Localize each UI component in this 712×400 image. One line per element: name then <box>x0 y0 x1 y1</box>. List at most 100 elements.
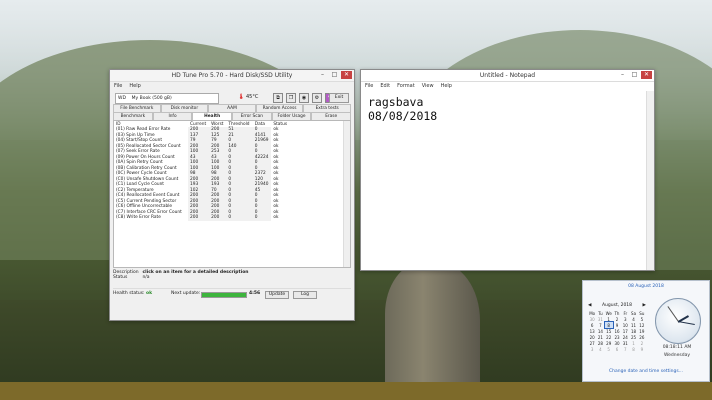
smart-table: ID Current Worst Threshold Data Status (… <box>114 121 290 221</box>
tab-disk-monitor[interactable]: Disk monitor <box>160 104 209 112</box>
calendar-day[interactable]: 9 <box>638 346 646 352</box>
calendar-grid: Mo Tu We Th Fr Sa Su 30 31 1 2 3 4 5 6 7 8 9 10 11 12 13 14 15… <box>588 310 646 352</box>
hdtune-titlebar[interactable]: HD Tune Pro 5.70 - Hard Disk/SSD Utility… <box>110 70 354 82</box>
calendar-weekday: We <box>605 310 612 316</box>
next-update-progress <box>201 292 247 298</box>
notepad-menu-view[interactable]: View <box>422 82 434 91</box>
calendar-header: ◀ August, 2018 ▶ <box>588 303 646 308</box>
tab-aam[interactable]: AAM <box>208 104 256 112</box>
notepad-window[interactable]: Untitled - Notepad – □ ✕ File Edit Forma… <box>360 69 655 271</box>
next-update-progress-fill <box>202 293 246 297</box>
drive-select[interactable]: WD My Book (500 gB) <box>115 93 219 104</box>
hdtune-menubar: File Help <box>110 82 354 91</box>
table-cell: 200 <box>209 215 227 221</box>
tab-info[interactable]: Info <box>152 112 193 120</box>
tab-random-access[interactable]: Random Access <box>255 104 304 112</box>
toolbar-icons: ⧉ ❐ ◉ ⚙ ▼ <box>273 93 335 103</box>
camera-icon[interactable]: ◉ <box>299 93 309 103</box>
menu-help[interactable]: Help <box>129 82 140 91</box>
notepad-scrollbar[interactable] <box>646 91 654 270</box>
calendar-day[interactable]: 8 <box>629 346 637 352</box>
notepad-menubar: File Edit Format View Help <box>361 82 654 91</box>
notepad-text-area[interactable]: ragsbava 08/08/2018 <box>364 91 646 267</box>
calendar-week: 3456789 <box>588 346 646 352</box>
notepad-title: Untitled - Notepad <box>479 72 536 79</box>
calendar-month-label[interactable]: August, 2018 <box>602 303 632 308</box>
table-cell: ok <box>273 215 279 220</box>
minute-hand <box>677 321 695 325</box>
calendar-day[interactable]: 7 <box>621 346 629 352</box>
calendar-day[interactable]: 23 <box>613 334 621 340</box>
notepad-minimize-button[interactable]: – <box>617 71 628 79</box>
table-cell: 0 <box>226 215 253 221</box>
description-area: Description click on an item for a detai… <box>113 270 351 284</box>
analog-clock <box>655 298 701 344</box>
status-value: n/a <box>142 275 150 280</box>
smart-panel: ID Current Worst Threshold Data Status (… <box>113 120 351 268</box>
hdtune-tabs: File Benchmark Disk monitor AAM Random A… <box>113 104 352 120</box>
drive-prefix: WD <box>118 96 126 101</box>
update-button[interactable]: Update <box>265 291 289 299</box>
notepad-menu-format[interactable]: Format <box>397 82 415 91</box>
tab-file-benchmark[interactable]: File Benchmark <box>113 104 161 112</box>
notepad-titlebar[interactable]: Untitled - Notepad – □ ✕ <box>361 70 654 82</box>
table-cell: 200 <box>188 215 210 221</box>
temperature-value: 45°C <box>245 94 259 100</box>
prev-month-icon[interactable]: ◀ <box>588 303 591 308</box>
table-cell: (C8) Write Error Rate <box>116 215 161 220</box>
thermometer-icon: 🌡 <box>238 94 245 100</box>
calendar-day[interactable]: 30 <box>613 340 621 346</box>
tab-extra-tests[interactable]: Extra tests <box>303 104 351 112</box>
calendar-weekday: Mo <box>589 310 596 316</box>
weekday-label: Wednesday <box>663 353 691 358</box>
drive-name: My Book (500 gB) <box>131 96 172 101</box>
notepad-menu-file[interactable]: File <box>365 82 373 91</box>
table-cell: (C4) Reallocated Event Count <box>116 193 180 198</box>
next-update-time: 4:56 <box>249 291 261 296</box>
maximize-button[interactable]: □ <box>329 71 340 79</box>
calendar-day[interactable]: 5 <box>605 346 613 352</box>
health-footer: Health status: ok Next update: 4:56 Upda… <box>113 288 351 299</box>
table-cell: 0 <box>252 215 272 221</box>
health-status-value: ok <box>146 291 153 296</box>
notepad-maximize-button[interactable]: □ <box>629 71 640 79</box>
notepad-menu-help[interactable]: Help <box>441 82 452 91</box>
hdtune-toolbar: WD My Book (500 gB) 🌡 45°C ⧉ ❐ ◉ ⚙ ▼ Exi… <box>113 91 351 104</box>
hdtune-title: HD Tune Pro 5.70 - Hard Disk/SSD Utility <box>171 72 293 79</box>
minimize-button[interactable]: – <box>317 71 328 79</box>
smart-scrollbar[interactable] <box>343 121 350 267</box>
next-update-label: Next update: <box>171 291 201 296</box>
health-status-label: Health status: <box>113 291 145 296</box>
close-button[interactable]: ✕ <box>341 71 352 79</box>
options-icon[interactable]: ⚙ <box>312 93 322 103</box>
table-row[interactable]: (C8) Write Error Rate 200 200 0 0 ok <box>114 215 290 221</box>
copy-all-icon[interactable]: ❐ <box>286 93 296 103</box>
tab-error-scan[interactable]: Error Scan <box>232 112 272 120</box>
next-month-icon[interactable]: ▶ <box>643 303 646 308</box>
status-label: Status <box>113 275 128 280</box>
exit-button[interactable]: Exit <box>329 93 349 103</box>
notepad-close-button[interactable]: ✕ <box>641 71 652 79</box>
hdtune-window[interactable]: HD Tune Pro 5.70 - Hard Disk/SSD Utility… <box>109 69 355 321</box>
calendar-day[interactable]: 3 <box>588 346 596 352</box>
calendar-day[interactable]: 16 <box>613 328 621 334</box>
tab-health[interactable]: Health <box>192 112 233 120</box>
copy-icon[interactable]: ⧉ <box>273 93 283 103</box>
menu-file[interactable]: File <box>114 82 122 91</box>
taskbar[interactable] <box>0 382 712 400</box>
calendar-day[interactable]: 6 <box>613 346 621 352</box>
tab-erase[interactable]: Erase <box>311 112 352 120</box>
second-hand <box>667 306 679 322</box>
log-button[interactable]: Log <box>293 291 317 299</box>
smart-body: (01) Raw Read Error Rate 200 200 51 0 ok (03) … <box>114 127 290 221</box>
digital-time: 08:18:11 AM <box>662 345 692 350</box>
description-value: click on an item for a detailed descript… <box>142 270 249 275</box>
notepad-menu-edit[interactable]: Edit <box>380 82 390 91</box>
tab-benchmark[interactable]: Benchmark <box>113 112 153 120</box>
calendar-day[interactable]: 4 <box>596 346 604 352</box>
temperature-display: 🌡 45°C <box>238 91 258 104</box>
tab-folder-usage[interactable]: Folder Usage <box>271 112 312 120</box>
change-date-time-link[interactable]: Change date and time settings... <box>583 369 709 374</box>
clock-date-header[interactable]: 08 August 2018 <box>583 284 709 289</box>
clock-popup: 08 August 2018 ◀ August, 2018 ▶ Mo Tu We Th… <box>582 280 710 382</box>
